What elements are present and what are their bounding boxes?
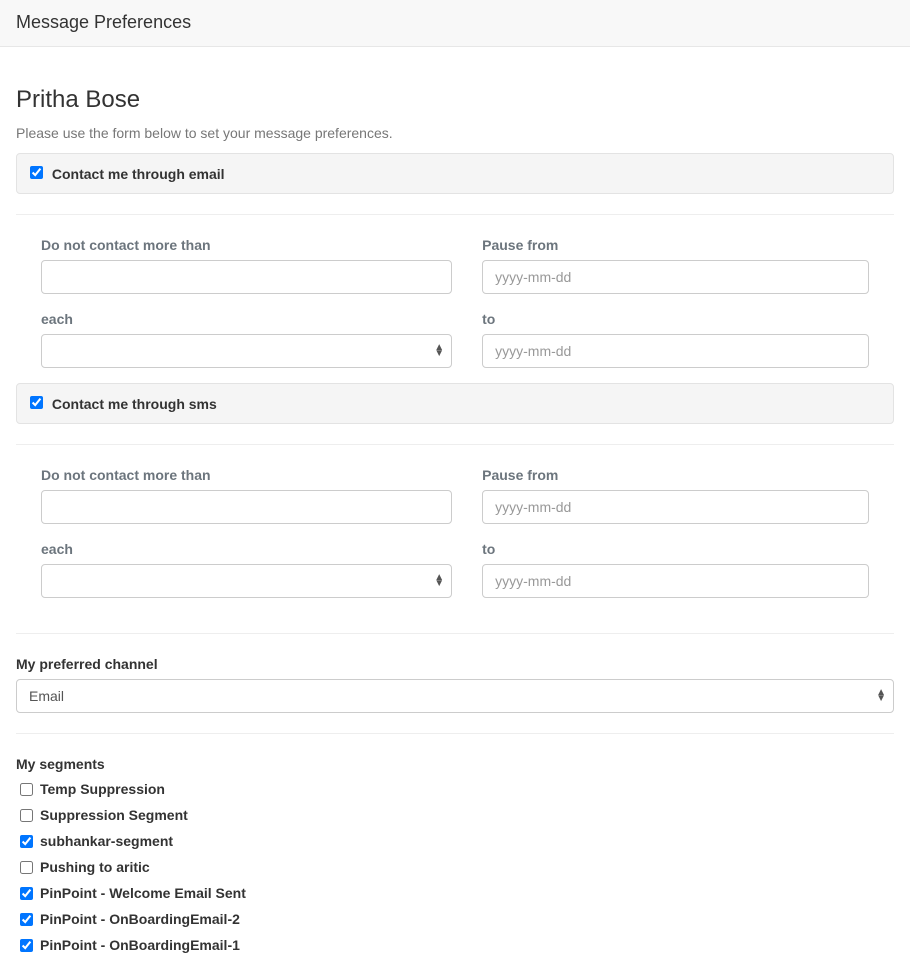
pause-col: Pause from to: [467, 235, 909, 383]
each-label: each: [41, 539, 73, 559]
user-name-heading: Pritha Bose: [16, 87, 894, 113]
channel-checkbox-label-email[interactable]: Contact me through email: [26, 163, 884, 184]
segment-checkbox[interactable]: [20, 809, 33, 822]
frequency-input-sms[interactable]: [41, 490, 452, 524]
frequency-col: Do not contact more than each ▲▼: [26, 235, 467, 383]
segment-checkbox[interactable]: [20, 861, 33, 874]
segment-label: subhankar-segment: [40, 831, 173, 851]
pause-to-label: to: [482, 539, 495, 559]
channel-header-sms: Contact me through sms: [16, 383, 894, 424]
channel-block-email: Contact me through email Do not contact …: [16, 153, 894, 383]
segment-label: PinPoint - Welcome Email Sent: [40, 883, 246, 903]
each-select-email[interactable]: [41, 334, 452, 368]
each-label: each: [41, 309, 73, 329]
segments-label: My segments: [16, 754, 894, 774]
frequency-label: Do not contact more than: [41, 465, 211, 485]
segment-checkbox[interactable]: [20, 939, 33, 952]
divider: [16, 733, 894, 734]
channel-checkbox-email[interactable]: [30, 166, 43, 179]
channel-checkbox-sms[interactable]: [30, 396, 43, 409]
segment-item[interactable]: Pushing to aritic: [16, 857, 894, 877]
segment-item[interactable]: PinPoint - OnBoardingEmail-1: [16, 935, 894, 955]
channel-checkbox-label-sms[interactable]: Contact me through sms: [26, 393, 884, 414]
navbar-title: Message Preferences: [16, 10, 894, 36]
segment-checkbox[interactable]: [20, 783, 33, 796]
segment-item[interactable]: Suppression Segment: [16, 805, 894, 825]
channel-header-email: Contact me through email: [16, 153, 894, 194]
pause-to-input-email[interactable]: [482, 334, 869, 368]
pause-to-label: to: [482, 309, 495, 329]
preferred-channel-label: My preferred channel: [16, 654, 894, 674]
instructions-text: Please use the form below to set your me…: [16, 123, 894, 143]
preferred-channel-group: My preferred channel Email ▲▼: [16, 654, 894, 713]
segment-label: PinPoint - OnBoardingEmail-1: [40, 935, 240, 955]
channel-block-sms: Contact me through sms Do not contact mo…: [16, 383, 894, 613]
each-select-sms[interactable]: [41, 564, 452, 598]
pause-from-label: Pause from: [482, 465, 558, 485]
divider: [16, 633, 894, 634]
pause-col: Pause from to: [467, 465, 909, 613]
segment-item[interactable]: subhankar-segment: [16, 831, 894, 851]
segment-checkbox[interactable]: [20, 835, 33, 848]
pause-from-input-email[interactable]: [482, 260, 869, 294]
frequency-col: Do not contact more than each ▲▼: [26, 465, 467, 613]
main-container: Pritha Bose Please use the form below to…: [0, 47, 910, 955]
preferred-channel-select[interactable]: Email: [16, 679, 894, 713]
pause-from-label: Pause from: [482, 235, 558, 255]
divider: [16, 214, 894, 215]
frequency-label: Do not contact more than: [41, 235, 211, 255]
channel-row-sms: Do not contact more than each ▲▼ Pause f…: [1, 465, 909, 613]
divider: [16, 444, 894, 445]
pause-from-input-sms[interactable]: [482, 490, 869, 524]
channel-label-text: Contact me through email: [52, 166, 225, 182]
segment-item[interactable]: PinPoint - Welcome Email Sent: [16, 883, 894, 903]
navbar: Message Preferences: [0, 0, 910, 47]
segment-checkbox[interactable]: [20, 887, 33, 900]
segment-label: PinPoint - OnBoardingEmail-2: [40, 909, 240, 929]
segment-item[interactable]: PinPoint - OnBoardingEmail-2: [16, 909, 894, 929]
segment-checkbox[interactable]: [20, 913, 33, 926]
pause-to-input-sms[interactable]: [482, 564, 869, 598]
segment-label: Pushing to aritic: [40, 857, 150, 877]
segment-label: Suppression Segment: [40, 805, 188, 825]
channel-row-email: Do not contact more than each ▲▼ Pause f…: [1, 235, 909, 383]
segment-label: Temp Suppression: [40, 779, 165, 799]
channel-label-text: Contact me through sms: [52, 396, 217, 412]
segments-section: My segments Temp Suppression Suppression…: [16, 754, 894, 955]
segment-item[interactable]: Temp Suppression: [16, 779, 894, 799]
frequency-input-email[interactable]: [41, 260, 452, 294]
